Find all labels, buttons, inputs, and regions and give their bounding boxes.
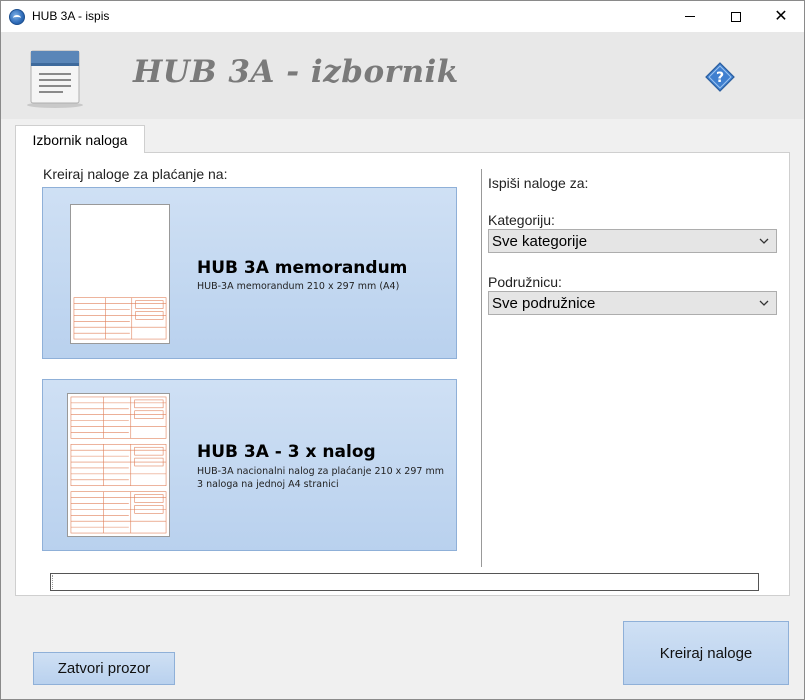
progress-fill [52,575,54,589]
print-orders-heading: Ispiši naloge za: [488,175,589,191]
svg-text:?: ? [716,70,724,86]
close-window-button[interactable]: ✕ [758,1,804,32]
branch-label: Podružnicu: [488,274,562,290]
window-title: HUB 3A - ispis [32,9,110,23]
document-icon [27,50,83,108]
maximize-button[interactable] [713,1,759,32]
category-label: Kategoriju: [488,212,555,228]
vertical-divider [481,169,482,567]
create-orders-label: Kreiraj naloge za plaćanje na: [43,166,228,182]
maximize-icon [731,11,741,22]
triple-order-thumbnail [67,393,170,537]
triple-order-subtitle: HUB-3A nacionalni nalog za plaćanje 210 … [197,465,444,491]
app-window: HUB 3A - ispis ✕ HUB 3A - izbornik ? Izb… [0,0,805,700]
create-orders-button[interactable]: Kreiraj naloge [623,621,789,685]
chevron-down-icon [759,238,769,244]
memorandum-subtitle-line: HUB-3A memorandum 210 x 297 mm (A4) [197,281,400,292]
category-select-value: Sve kategorije [492,233,588,250]
minimize-button[interactable] [667,1,713,32]
branch-select-value: Sve podružnice [492,295,596,312]
triple-order-card[interactable]: HUB 3A - 3 x nalog HUB-3A nacionalni nal… [42,379,457,551]
triple-order-subtitle-line-2: 3 naloga na jednoj A4 stranici [197,479,339,490]
title-bar: HUB 3A - ispis ✕ [1,1,804,32]
memorandum-title: HUB 3A memorandum [197,258,408,278]
chevron-down-icon [759,300,769,306]
category-select[interactable]: Sve kategorije [488,229,777,253]
tab-izbornik-naloga[interactable]: Izbornik naloga [15,125,145,153]
header-title: HUB 3A - izbornik [133,54,459,90]
memorandum-card[interactable]: HUB 3A memorandum HUB-3A memorandum 210 … [42,187,457,359]
progress-bar [50,573,759,591]
minimize-icon [685,16,695,17]
memorandum-thumbnail [70,204,170,344]
header-banner: HUB 3A - izbornik ? [1,32,804,119]
memorandum-subtitle: HUB-3A memorandum 210 x 297 mm (A4) [197,280,399,293]
app-icon [9,9,25,25]
triple-order-title: HUB 3A - 3 x nalog [197,442,376,462]
close-icon: ✕ [774,7,788,25]
close-window-text-button[interactable]: Zatvori prozor [33,652,175,685]
branch-select[interactable]: Sve podružnice [488,291,777,315]
triple-order-subtitle-line-1: HUB-3A nacionalni nalog za plaćanje 210 … [197,466,444,477]
help-icon[interactable]: ? [705,62,735,92]
